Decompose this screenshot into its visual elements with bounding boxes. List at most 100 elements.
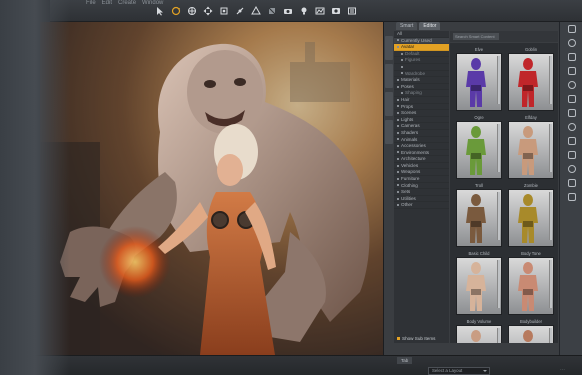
- light-icon-glyph: [567, 95, 576, 103]
- resize-grip-icon[interactable]: ⋯: [560, 367, 578, 373]
- geometry-editor-icon[interactable]: [251, 6, 261, 16]
- layout-select[interactable]: Select a Layout: [428, 367, 490, 375]
- settings-icon[interactable]: [560, 176, 582, 190]
- asset-thumbnail-card[interactable]: Elve: [456, 47, 502, 112]
- tree-item[interactable]: Cameras: [394, 123, 449, 130]
- universal-icon[interactable]: [187, 6, 197, 16]
- vertical-tab[interactable]: [385, 120, 393, 144]
- render-settings-icon[interactable]: [347, 6, 357, 16]
- tree-item[interactable]: Animals: [394, 137, 449, 144]
- library-icon[interactable]: [560, 162, 582, 176]
- bullet-icon: [397, 177, 399, 180]
- surfaces-icon[interactable]: [560, 50, 582, 64]
- search-input[interactable]: Search Smart Content: [453, 33, 499, 40]
- light-icon[interactable]: [560, 92, 582, 106]
- scene-icon[interactable]: [560, 22, 582, 36]
- tree-item[interactable]: Shaders: [394, 130, 449, 137]
- tree-item[interactable]: Default: [394, 51, 449, 58]
- bullet-icon: [397, 118, 399, 121]
- aniblock-icon[interactable]: [560, 148, 582, 162]
- asset-thumbnail-card[interactable]: Basic Child: [456, 251, 502, 316]
- thumbnail-slider: [549, 192, 552, 240]
- tab-smart[interactable]: Smart: [396, 22, 418, 30]
- asset-thumbnail-card[interactable]: Goblin: [508, 47, 554, 112]
- node-weight-icon[interactable]: [219, 6, 229, 16]
- asset-thumbnail-card[interactable]: Bodybuilder: [508, 319, 554, 343]
- bullet-icon: [397, 184, 399, 187]
- tree-item[interactable]: Accessories: [394, 143, 449, 150]
- timeline-icon-glyph: [567, 137, 576, 145]
- tree-item-label: Shaders: [401, 129, 419, 135]
- bullet-icon: [397, 125, 399, 128]
- tree-item[interactable]: Hair: [394, 97, 449, 104]
- tree-item[interactable]: Lights: [394, 117, 449, 124]
- thumbnail-slider: [549, 260, 552, 308]
- tree-item[interactable]: Scenes: [394, 110, 449, 117]
- asset-thumbnail-card[interactable]: Troll: [456, 183, 502, 248]
- timeline-icon[interactable]: [560, 134, 582, 148]
- tree-item[interactable]: Poses: [394, 84, 449, 91]
- asset-thumbnail-card[interactable]: Body Tone: [508, 251, 554, 316]
- figure-icon: [518, 126, 538, 175]
- menu-edit[interactable]: Edit: [102, 0, 112, 8]
- tree-item[interactable]: Currently Used: [394, 37, 449, 45]
- spot-render-icon[interactable]: [331, 6, 341, 16]
- tree-item[interactable]: Avatar: [394, 44, 449, 51]
- tree-item-label: Environments: [401, 149, 430, 155]
- tab-editor[interactable]: Editor: [419, 22, 441, 30]
- vertical-tab[interactable]: [385, 36, 393, 60]
- tree-item[interactable]: All: [394, 31, 449, 38]
- light-icon[interactable]: [299, 6, 309, 16]
- parameters-icon[interactable]: [560, 64, 582, 78]
- tree-item[interactable]: Figures: [394, 57, 449, 64]
- bullet-icon: [401, 52, 403, 55]
- tree-item[interactable]: [394, 64, 449, 71]
- joint-editor-icon[interactable]: [235, 6, 245, 16]
- asset-thumbnail-card[interactable]: Elfday: [508, 115, 554, 180]
- tree-item[interactable]: Vehicles: [394, 163, 449, 170]
- 3d-viewport[interactable]: [40, 22, 383, 355]
- bullet-icon: [397, 197, 399, 200]
- help-icon[interactable]: [560, 190, 582, 204]
- camera-icon[interactable]: [560, 106, 582, 120]
- tree-item[interactable]: Props: [394, 104, 449, 111]
- translate-icon[interactable]: [203, 6, 213, 16]
- tree-item[interactable]: Utilities: [394, 196, 449, 203]
- show-sub-items-toggle[interactable]: Show Sub Items: [394, 335, 449, 343]
- figure-icon: [523, 330, 533, 342]
- tree-item[interactable]: Architecture: [394, 156, 449, 163]
- tree-item[interactable]: Environments: [394, 150, 449, 157]
- thumbnail-slider: [549, 124, 552, 172]
- menu-create[interactable]: Create: [118, 0, 136, 8]
- tree-item[interactable]: Materials: [394, 77, 449, 84]
- status-bar: Tab Select a Layout ⋯: [0, 355, 582, 375]
- tree-item[interactable]: Clothing: [394, 183, 449, 190]
- shape-icon[interactable]: [560, 36, 582, 50]
- rotate-icon[interactable]: [171, 6, 181, 16]
- render-icon[interactable]: [315, 6, 325, 16]
- asset-thumbnail-card[interactable]: Ogre: [456, 115, 502, 180]
- tree-item[interactable]: Other: [394, 202, 449, 210]
- pointer-icon[interactable]: [155, 6, 165, 16]
- pose-icon[interactable]: [560, 78, 582, 92]
- vertical-tab[interactable]: [385, 92, 393, 116]
- asset-thumbnail-card[interactable]: Body Volume: [456, 319, 502, 343]
- thumbnail-slider: [497, 328, 500, 343]
- tree-item[interactable]: Sets: [394, 189, 449, 196]
- tree-item[interactable]: Furniture: [394, 176, 449, 183]
- surface-selection-icon[interactable]: [267, 6, 277, 16]
- tree-item[interactable]: Shaping: [394, 90, 449, 97]
- tree-item[interactable]: Weapons: [394, 169, 449, 177]
- asset-thumbnail-card[interactable]: Zombie: [508, 183, 554, 248]
- bullet-icon: [397, 151, 399, 154]
- menu-file[interactable]: File: [86, 0, 96, 8]
- camera-icon[interactable]: [283, 6, 293, 16]
- bottom-panel-tab[interactable]: Tab: [397, 357, 413, 364]
- tree-item[interactable]: Wardrobe: [394, 71, 449, 78]
- content-library-panel: Smart Editor All Currently Used Avatar Defa…: [383, 22, 564, 355]
- render-icon[interactable]: [560, 120, 582, 134]
- tree-item-label: Scenes: [401, 110, 417, 116]
- vertical-tab[interactable]: [385, 64, 393, 88]
- tree-item-label: Animals: [401, 136, 418, 142]
- tree-item-label: Architecture: [401, 156, 426, 162]
